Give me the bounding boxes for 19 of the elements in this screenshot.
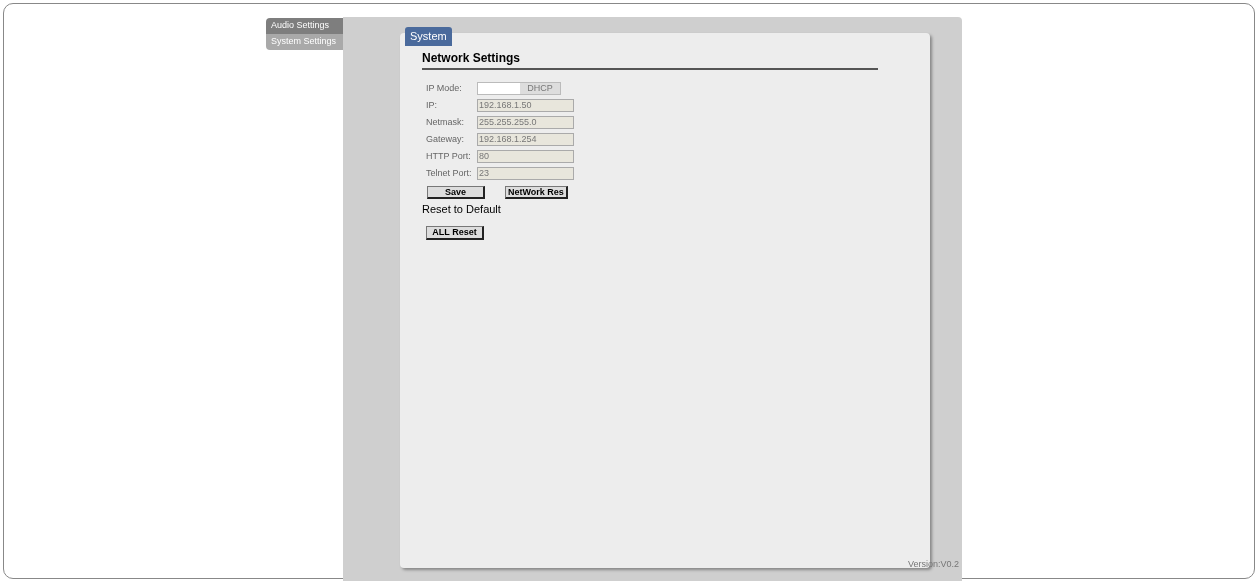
text-field[interactable]: 192.168.1.254 (477, 133, 574, 146)
sidebar-item[interactable]: Audio Settings (266, 18, 343, 34)
field-label: HTTP Port: (426, 149, 468, 163)
system-tab[interactable]: System (405, 27, 452, 46)
field-label: Netmask: (426, 115, 465, 129)
field-label: IP Mode: (426, 81, 463, 95)
reset-heading: Reset to Default (422, 202, 502, 217)
text-field[interactable]: 255.255.255.0 (477, 116, 574, 129)
text-field[interactable]: 23 (477, 167, 574, 180)
field-label: Gateway: (426, 132, 466, 146)
section-title: Network Settings (422, 49, 878, 70)
text-field[interactable]: 80 (477, 150, 574, 163)
action-button[interactable]: NetWork Res (505, 186, 568, 199)
action-button[interactable]: Save (427, 186, 485, 199)
sidebar-item[interactable]: System Settings (266, 34, 343, 50)
text-field[interactable]: 192.168.1.50 (477, 99, 574, 112)
field-label: IP: (426, 98, 438, 112)
ip-mode-toggle[interactable]: DHCP (477, 82, 561, 95)
all-reset-button[interactable]: ALL Reset (426, 225, 484, 240)
